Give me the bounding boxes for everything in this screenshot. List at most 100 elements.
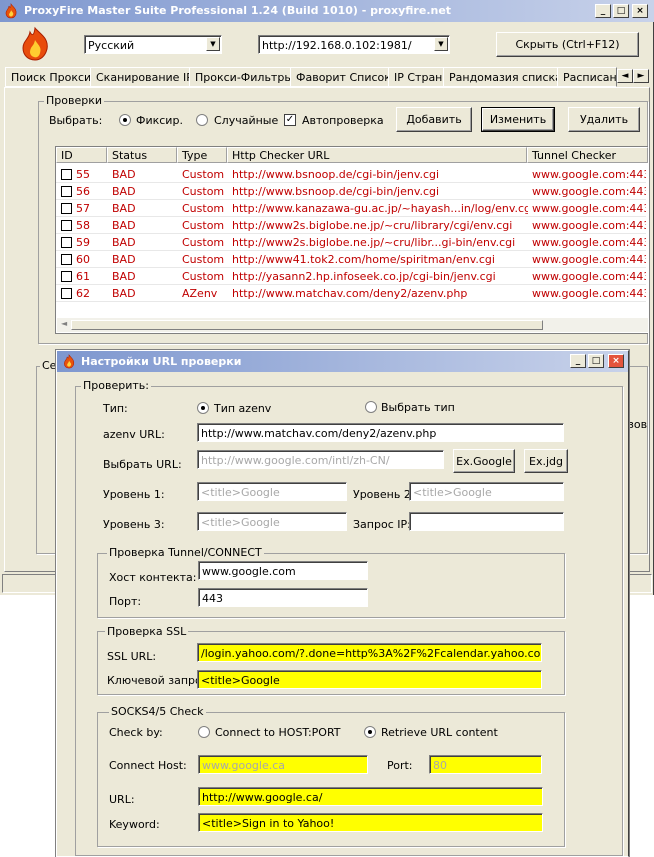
dialog-close-icon[interactable]: × <box>608 354 624 368</box>
type-select-label[interactable]: Выбрать тип <box>381 401 455 414</box>
cell-url: http://www.kanazawa-gu.ac.jp/~hayash...i… <box>232 202 528 215</box>
row-checkbox[interactable] <box>61 254 72 265</box>
fixed-radio-label[interactable]: Фиксир. <box>136 114 183 127</box>
cell-type: Custom <box>182 168 225 181</box>
connect-host-port-radio[interactable] <box>198 726 210 738</box>
table-row[interactable]: 56 BAD Custom http://www.bsnoop.de/cgi-bin/… <box>56 183 646 200</box>
scroll-thumb[interactable] <box>71 320 543 330</box>
row-checkbox[interactable] <box>61 203 72 214</box>
cell-url: http://www.matchav.com/deny2/azenv.php <box>232 287 468 300</box>
table-row[interactable]: 62 BAD AZenv http://www.matchav.com/deny2/a… <box>56 285 646 302</box>
hide-window-button[interactable]: Скрыть (Ctrl+F12) <box>496 32 639 57</box>
dialog-title-bar[interactable]: Настройки URL проверки _ □ × <box>57 351 628 372</box>
minimize-icon[interactable]: _ <box>595 4 611 18</box>
cell-tunnel: www.google.com:443 <box>532 236 646 249</box>
cell-status: BAD <box>112 236 136 249</box>
socks-port-input[interactable]: 80 <box>429 755 542 774</box>
dialog-maximize-icon[interactable]: □ <box>588 354 604 368</box>
row-checkbox[interactable] <box>61 169 72 180</box>
cell-url: http://www2s.biglobe.ne.jp/~cru/libr...g… <box>232 236 516 249</box>
cell-id: 58 <box>76 219 90 232</box>
azenv-url-input[interactable]: http://www.matchav.com/deny2/azenv.php <box>197 423 564 442</box>
random-radio-label[interactable]: Случайные <box>214 114 278 127</box>
add-button[interactable]: Добавить <box>396 107 472 132</box>
table-row[interactable]: 57 BAD Custom http://www.kanazawa-gu.ac.jp/… <box>56 200 646 217</box>
ip-request-label: Запрос IP: <box>353 518 411 531</box>
tab-ip-scan[interactable]: Сканирование IP <box>90 67 199 87</box>
retrieve-url-radio[interactable] <box>364 726 376 738</box>
row-checkbox[interactable] <box>61 186 72 197</box>
connect-host-input[interactable]: www.google.ca <box>198 755 368 774</box>
tab-ip-countries[interactable]: IP Стран <box>388 67 449 87</box>
table-row[interactable]: 55 BAD Custom http://www.bsnoop.de/cgi-bin/… <box>56 166 646 183</box>
ex-google-button[interactable]: Ex.Google <box>453 449 515 473</box>
table-hscrollbar[interactable]: ◄ <box>57 318 648 332</box>
cell-id: 59 <box>76 236 90 249</box>
contact-host-input[interactable]: www.google.com <box>198 561 368 580</box>
select-label: Выбрать: <box>49 114 103 127</box>
cell-status: BAD <box>112 168 136 181</box>
cell-tunnel: www.google.com:443 <box>532 287 646 300</box>
port-input[interactable]: 443 <box>198 588 368 607</box>
col-header-url[interactable]: Http Checker URL <box>227 147 527 163</box>
auto-check-checkbox[interactable]: ✓ <box>284 114 296 126</box>
row-checkbox[interactable] <box>61 271 72 282</box>
fixed-radio[interactable] <box>119 114 131 126</box>
col-header-tunnel[interactable]: Tunnel Checker <box>527 147 648 163</box>
tab-scroll-left-icon[interactable]: ◄ <box>617 69 633 83</box>
tab-proxy-search[interactable]: Поиск Прокси <box>5 67 98 87</box>
type-select-radio[interactable] <box>365 401 377 413</box>
cell-tunnel: www.google.com:443 <box>532 185 646 198</box>
chevron-down-icon[interactable]: ▼ <box>434 37 448 51</box>
tab-schedule[interactable]: Расписани <box>557 67 617 87</box>
hidden-right-label: зов <box>628 418 648 431</box>
table-row[interactable]: 58 BAD Custom http://www2s.biglobe.ne.jp/~c… <box>56 217 646 234</box>
level3-input[interactable]: <title>Google <box>197 512 347 531</box>
level2-input[interactable]: <title>Google <box>409 482 564 501</box>
connect-host-label: Connect Host: <box>109 759 187 772</box>
cell-status: BAD <box>112 270 136 283</box>
socks-keyword-input[interactable]: <title>Sign in to Yahoo! <box>198 813 543 832</box>
col-header-id[interactable]: ID <box>56 147 107 163</box>
language-select[interactable]: Русский ▼ <box>84 35 222 54</box>
select-url-input[interactable]: http://www.google.com/intl/zh-CN/ <box>197 450 444 469</box>
socks-url-input[interactable]: http://www.google.ca/ <box>198 787 543 806</box>
row-checkbox[interactable] <box>61 288 72 299</box>
cell-tunnel: www.google.com:443 <box>532 253 646 266</box>
col-header-type[interactable]: Type <box>177 147 227 163</box>
ssl-url-input[interactable]: /login.yahoo.com/?.done=http%3A%2F%2Fcal… <box>197 643 542 662</box>
url-settings-dialog: Настройки URL проверки _ □ × Проверить: … <box>55 349 630 857</box>
col-header-status[interactable]: Status <box>107 147 177 163</box>
edit-button[interactable]: Изменить <box>481 107 555 132</box>
auto-check-label[interactable]: Автопроверка <box>302 114 384 127</box>
level3-label: Уровень 3: <box>103 518 165 531</box>
tab-favorite-list[interactable]: Фаворит Список <box>290 67 397 87</box>
table-row[interactable]: 59 BAD Custom http://www2s.biglobe.ne.jp/~c… <box>56 234 646 251</box>
cell-tunnel: www.google.com:443 <box>532 168 646 181</box>
tab-list-randomize[interactable]: Рандомазия списка <box>443 67 568 87</box>
level1-input[interactable]: <title>Google <box>197 482 347 501</box>
scroll-left-icon[interactable]: ◄ <box>61 319 67 328</box>
random-radio[interactable] <box>196 114 208 126</box>
type-azenv-radio[interactable] <box>197 402 209 414</box>
ip-request-input[interactable] <box>409 512 564 531</box>
server-url-combo[interactable]: http://192.168.0.102:1981/ ▼ <box>258 35 450 54</box>
row-checkbox[interactable] <box>61 237 72 248</box>
connect-host-port-label[interactable]: Connect to HOST:PORT <box>215 726 341 739</box>
table-row[interactable]: 61 BAD Custom http://yasann2.hp.infoseek.co… <box>56 268 646 285</box>
tab-proxy-filters[interactable]: Прокси-Фильтры <box>189 67 300 87</box>
close-icon[interactable]: × <box>632 4 648 18</box>
row-checkbox[interactable] <box>61 220 72 231</box>
retrieve-url-label[interactable]: Retrieve URL content <box>381 726 498 739</box>
ssl-group-label: Проверка SSL <box>105 625 189 638</box>
ex-jdg-button[interactable]: Ex.jdg <box>524 449 568 473</box>
chevron-down-icon[interactable]: ▼ <box>206 37 220 51</box>
maximize-icon[interactable]: □ <box>613 4 629 18</box>
tab-scroll-right-icon[interactable]: ► <box>633 69 649 83</box>
table-row[interactable]: 60 BAD Custom http://www41.tok2.com/home/sp… <box>56 251 646 268</box>
type-azenv-label[interactable]: Тип azenv <box>214 402 271 415</box>
main-title-bar[interactable]: ProxyFire Master Suite Professional 1.24… <box>0 0 654 22</box>
dialog-minimize-icon[interactable]: _ <box>570 354 586 368</box>
keyword-input[interactable]: <title>Google <box>197 670 542 689</box>
delete-button[interactable]: Удалить <box>568 107 640 132</box>
